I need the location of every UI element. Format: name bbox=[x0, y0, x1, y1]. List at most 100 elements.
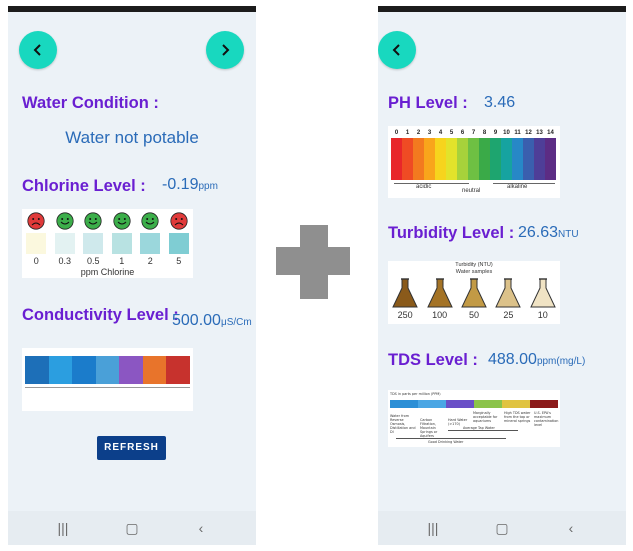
sad-face-icon bbox=[170, 212, 188, 230]
turbidity-flask-label: 100 bbox=[432, 310, 448, 320]
chevron-left-icon bbox=[33, 44, 41, 56]
ph-scale-segment bbox=[534, 138, 545, 180]
chevron-right-icon bbox=[222, 44, 230, 56]
home-icon[interactable]: ▢ bbox=[492, 519, 512, 537]
ph-scale-number: 5 bbox=[449, 130, 454, 136]
back-nav-icon[interactable]: ‹ bbox=[561, 519, 581, 537]
conductivity-level-heading: Conductivity Level : bbox=[22, 306, 179, 324]
chlorine-chart-caption: ppm Chlorine bbox=[80, 267, 135, 277]
turbidity-flask-label: 250 bbox=[397, 310, 413, 320]
refresh-button[interactable]: REFRESH bbox=[97, 436, 166, 460]
chlorine-color-swatch bbox=[83, 233, 104, 254]
tds-label-carbon: Carbon Filtration, Mountain Springs or A… bbox=[420, 418, 438, 438]
chlorine-scale-label: 1 bbox=[119, 256, 125, 266]
plus-icon-horizontal bbox=[276, 247, 350, 275]
chlorine-level-heading: Chlorine Level : bbox=[22, 177, 146, 195]
android-nav-bar: ||| ▢ ‹ bbox=[378, 511, 626, 545]
ph-scale-number: 13 bbox=[536, 130, 543, 136]
back-nav-icon[interactable]: ‹ bbox=[191, 519, 211, 537]
ph-scale-number: 6 bbox=[460, 130, 465, 136]
tds-scale-segment bbox=[474, 400, 502, 408]
ph-scale-segment bbox=[413, 138, 424, 180]
ph-scale-number: 3 bbox=[427, 130, 432, 136]
conductivity-scale-segment bbox=[95, 356, 120, 384]
tds-scale-chart: TDS in parts per million (PPM) Water fro… bbox=[388, 390, 560, 447]
chlorine-chart: 0 0.3 0.5 1 2 5 ppm Chlorine bbox=[22, 209, 193, 278]
sad-face-icon bbox=[27, 212, 45, 230]
turbidity-chart-title: Turbidity (NTU) bbox=[455, 262, 493, 268]
ph-scale-number: 9 bbox=[493, 130, 498, 136]
chlorine-color-swatch bbox=[111, 233, 132, 254]
tds-scale-segment bbox=[446, 400, 474, 408]
tds-label-high: High TDS water from the tap or mineral s… bbox=[504, 411, 531, 423]
happy-face-icon bbox=[84, 212, 102, 230]
turbidity-chart: Turbidity (NTU) Water samples 250 100 50 25… bbox=[388, 261, 560, 324]
ph-scale-number: 12 bbox=[525, 130, 532, 136]
ph-scale-segment bbox=[446, 138, 457, 180]
flask-icon bbox=[530, 278, 556, 308]
ph-level-heading: PH Level : bbox=[388, 94, 468, 112]
flask-icon bbox=[426, 278, 453, 308]
ph-scale-number: 10 bbox=[503, 130, 510, 136]
ph-scale-segment bbox=[424, 138, 435, 180]
back-button[interactable] bbox=[378, 31, 416, 69]
happy-face-icon bbox=[113, 212, 131, 230]
status-bar bbox=[378, 6, 626, 12]
turbidity-flask-label: 10 bbox=[537, 310, 548, 320]
ph-scale-number: 8 bbox=[482, 130, 487, 136]
water-condition-heading: Water Condition : bbox=[22, 94, 159, 112]
ph-scale-segment bbox=[523, 138, 534, 180]
chlorine-scale-label: 0 bbox=[33, 256, 39, 266]
flask-icon bbox=[461, 278, 487, 308]
ph-acidic-label: acidic bbox=[416, 184, 432, 190]
tds-legend-title: TDS in parts per million (PPM) bbox=[390, 392, 441, 396]
turbidity-flask-label: 25 bbox=[503, 310, 514, 320]
tds-scale-segment bbox=[502, 400, 530, 408]
ph-scale-number: 7 bbox=[471, 130, 476, 136]
back-button[interactable] bbox=[19, 31, 57, 69]
chlorine-scale-label: 2 bbox=[147, 256, 153, 266]
tds-label-hard-water: Hard Water (>170) bbox=[448, 418, 468, 426]
happy-face-icon bbox=[141, 212, 159, 230]
status-bar bbox=[8, 6, 256, 12]
conductivity-scale-segment bbox=[72, 356, 96, 384]
chlorine-scale-label: 0.5 bbox=[86, 256, 100, 266]
chevron-left-icon bbox=[392, 44, 400, 56]
turbidity-level-heading: Turbidity Level : bbox=[388, 224, 515, 242]
chlorine-level-value: -0.19ppm bbox=[162, 176, 218, 193]
tds-level-heading: TDS Level : bbox=[388, 351, 478, 369]
ph-scale-number: 4 bbox=[438, 130, 443, 136]
conductivity-level-value: 500.00μS/Cm bbox=[172, 312, 252, 329]
ph-scale-segment bbox=[479, 138, 490, 180]
tds-scale-segment bbox=[418, 400, 446, 408]
forward-button[interactable] bbox=[206, 31, 244, 69]
ph-scale-segment bbox=[501, 138, 512, 180]
home-icon[interactable]: ▢ bbox=[122, 519, 142, 537]
left-phone-screen: Water Condition : Water not potable Chlo… bbox=[8, 6, 256, 545]
acidic-bracket bbox=[394, 183, 469, 184]
ph-scale-segment bbox=[512, 138, 523, 180]
recent-apps-icon[interactable]: ||| bbox=[423, 519, 443, 537]
conductivity-scale-segment bbox=[119, 356, 143, 384]
recent-apps-icon[interactable]: ||| bbox=[53, 519, 73, 537]
conductivity-scale-segment bbox=[48, 356, 73, 384]
conductivity-scale-segment bbox=[25, 356, 49, 384]
ph-alkaline-label: alkaline bbox=[507, 184, 528, 190]
ph-scale-chart: 0 1 2 3 4 5 6 7 8 9 10 11 12 13 14 acidic neutral alka… bbox=[388, 126, 560, 198]
android-nav-bar: ||| ▢ ‹ bbox=[8, 511, 256, 545]
tds-level-value: 488.00ppm(mg/L) bbox=[488, 351, 586, 368]
conductivity-scale-chart bbox=[22, 348, 193, 411]
ph-scale-number: 11 bbox=[514, 130, 521, 136]
tds-label-good-drinking: Good Drinking Water bbox=[428, 440, 464, 444]
tds-scale-segment bbox=[390, 400, 418, 408]
flask-icon bbox=[392, 278, 418, 308]
ph-scale-segment bbox=[490, 138, 501, 180]
chlorine-color-swatch bbox=[26, 233, 47, 254]
ph-scale-segment bbox=[545, 138, 556, 180]
chlorine-color-swatch bbox=[168, 233, 189, 254]
chlorine-scale-label: 0.3 bbox=[58, 256, 71, 266]
chlorine-color-swatch bbox=[140, 233, 161, 254]
ph-scale-number: 0 bbox=[394, 130, 399, 136]
tds-label-ro-water: Water from Reverse Osmosis, Distillation… bbox=[390, 414, 416, 434]
chlorine-scale-label: 5 bbox=[176, 256, 182, 266]
